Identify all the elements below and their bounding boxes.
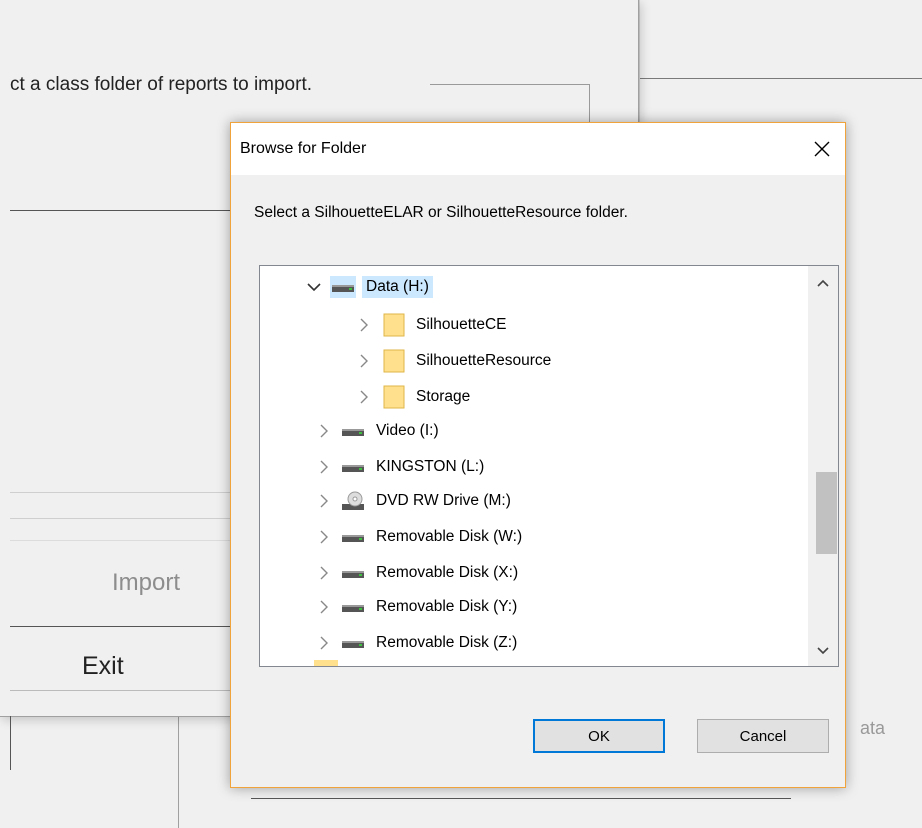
chevron-right-icon[interactable] bbox=[314, 597, 334, 617]
tree-item-label: Data (H:) bbox=[362, 276, 433, 298]
tree-item-label: DVD RW Drive (M:) bbox=[376, 492, 511, 509]
tree-item-label: Removable Disk (Z:) bbox=[376, 634, 518, 651]
divider bbox=[640, 78, 922, 79]
chevron-up-icon bbox=[817, 279, 829, 287]
drive-icon bbox=[330, 276, 356, 298]
tree-item-video-i[interactable]: Video (I:) bbox=[314, 414, 443, 448]
folder-icon bbox=[314, 660, 338, 666]
chevron-right-icon[interactable] bbox=[314, 563, 334, 583]
tree-item-silhouettece[interactable]: SilhouetteCE bbox=[354, 308, 510, 342]
divider bbox=[10, 626, 230, 627]
tree-item-kingston-l[interactable]: KINGSTON (L:) bbox=[314, 450, 488, 484]
tree-item-silhouetteresource[interactable]: SilhouetteResource bbox=[354, 344, 555, 378]
chevron-right-icon[interactable] bbox=[314, 421, 334, 441]
divider bbox=[10, 518, 230, 519]
chevron-right-icon[interactable] bbox=[354, 315, 374, 335]
dvd-drive-icon bbox=[340, 490, 366, 512]
tree-item-label: Removable Disk (Y:) bbox=[376, 598, 518, 615]
tree-item-storage[interactable]: Storage bbox=[354, 380, 474, 414]
close-button[interactable] bbox=[799, 123, 845, 175]
folder-tree[interactable]: Data (H:) SilhouetteCE SilhouetteResourc… bbox=[259, 265, 839, 667]
drive-icon bbox=[340, 632, 366, 654]
divider bbox=[10, 210, 230, 211]
browse-for-folder-dialog: Browse for Folder Select a SilhouetteELA… bbox=[230, 122, 846, 788]
tree-item-label: SilhouetteResource bbox=[416, 352, 552, 369]
tree-item-data-h[interactable]: Data (H:) bbox=[304, 270, 433, 304]
drive-icon bbox=[340, 420, 366, 442]
tree-item-label: SilhouetteCE bbox=[416, 316, 507, 333]
cancel-button[interactable]: Cancel bbox=[697, 719, 829, 753]
scrollbar-thumb[interactable] bbox=[816, 472, 837, 554]
partial-button-label[interactable]: ata bbox=[860, 718, 885, 739]
tree-item-label: Video (I:) bbox=[376, 422, 439, 439]
divider bbox=[10, 716, 11, 770]
chevron-down-icon bbox=[817, 647, 829, 655]
scroll-down-button[interactable] bbox=[808, 638, 838, 664]
tree-item-label: Storage bbox=[416, 388, 471, 405]
ok-button[interactable]: OK bbox=[533, 719, 665, 753]
chevron-right-icon[interactable] bbox=[354, 351, 374, 371]
folder-icon bbox=[380, 385, 406, 409]
import-button[interactable]: Import bbox=[10, 545, 230, 625]
chevron-right-icon[interactable] bbox=[314, 491, 334, 511]
instruction-text: ct a class folder of reports to import. bbox=[10, 74, 313, 95]
tree-item-removable-z[interactable]: Removable Disk (Z:) bbox=[314, 626, 521, 660]
divider bbox=[251, 798, 791, 799]
tree-item-label: Removable Disk (X:) bbox=[376, 564, 519, 581]
dialog-titlebar[interactable]: Browse for Folder bbox=[231, 123, 845, 175]
import-button-label: Import bbox=[112, 569, 181, 596]
drive-icon bbox=[340, 456, 366, 478]
tree-item-label: Removable Disk (W:) bbox=[376, 528, 523, 545]
exit-button[interactable]: Exit bbox=[10, 630, 230, 690]
divider bbox=[10, 540, 230, 541]
tree-item-removable-w[interactable]: Removable Disk (W:) bbox=[314, 520, 526, 554]
folder-icon bbox=[380, 349, 406, 373]
divider bbox=[10, 690, 230, 691]
chevron-right-icon[interactable] bbox=[314, 527, 334, 547]
drive-icon bbox=[340, 526, 366, 548]
divider bbox=[10, 492, 230, 493]
tree-scrollbar[interactable] bbox=[808, 266, 838, 666]
chevron-down-icon[interactable] bbox=[304, 277, 324, 297]
chevron-right-icon[interactable] bbox=[354, 387, 374, 407]
group-box-border bbox=[430, 84, 590, 85]
exit-button-label: Exit bbox=[82, 652, 124, 680]
folder-icon bbox=[380, 313, 406, 337]
tree-item-removable-y[interactable]: Removable Disk (Y:) bbox=[314, 590, 521, 624]
dialog-prompt: Select a SilhouetteELAR or SilhouetteRes… bbox=[254, 204, 628, 221]
tree-item-dvd-m[interactable]: DVD RW Drive (M:) bbox=[314, 484, 515, 518]
tree-item-label: KINGSTON (L:) bbox=[376, 458, 485, 475]
tree-item-removable-x[interactable]: Removable Disk (X:) bbox=[314, 556, 522, 590]
chevron-right-icon[interactable] bbox=[314, 633, 334, 653]
drive-icon bbox=[340, 596, 366, 618]
scroll-up-button[interactable] bbox=[808, 270, 838, 296]
chevron-right-icon[interactable] bbox=[314, 457, 334, 477]
dialog-title: Browse for Folder bbox=[240, 140, 367, 157]
close-icon bbox=[814, 141, 830, 157]
drive-icon bbox=[340, 562, 366, 584]
